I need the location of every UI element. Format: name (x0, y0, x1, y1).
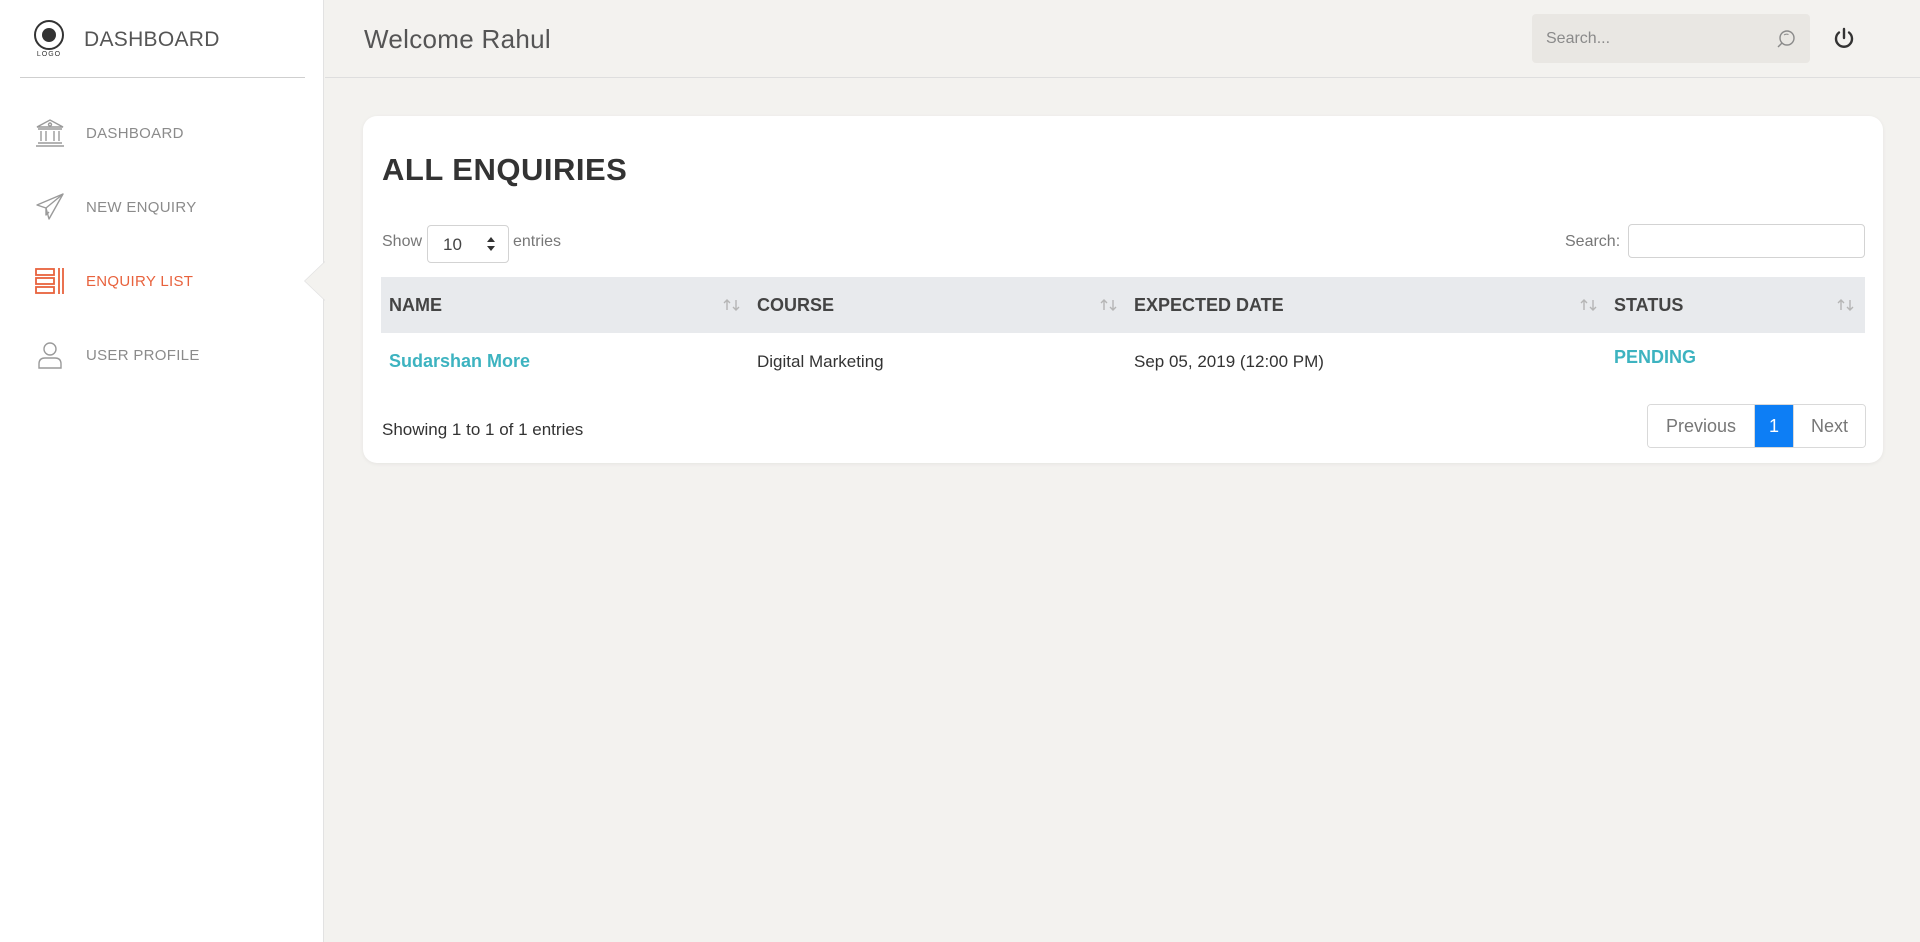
table-info: Showing 1 to 1 of 1 entries (382, 420, 584, 439)
column-header-name[interactable]: NAME (389, 277, 442, 333)
search-input[interactable] (1546, 26, 1766, 52)
enquiries-card: ALL ENQUIRIES Show 10 entries Search: NA… (363, 116, 1883, 463)
sort-icon[interactable] (1836, 297, 1856, 313)
enquiry-expected-date: Sep 05, 2019 (12:00 PM) (1134, 352, 1324, 371)
column-header-course[interactable]: COURSE (757, 277, 834, 333)
next-page-button[interactable]: Next (1793, 405, 1865, 447)
brand: LOGO DASHBOARD (20, 0, 305, 78)
entries-length-select[interactable]: 10 (427, 225, 509, 263)
sort-icon[interactable] (722, 297, 742, 313)
column-header-label: COURSE (757, 294, 835, 315)
top-header: Welcome Rahul (325, 0, 1920, 78)
logo-text: LOGO (36, 51, 62, 58)
header-search (1532, 14, 1810, 63)
sidebar-item-enquiry-list[interactable]: ENQUIRY LIST (0, 244, 325, 318)
sort-icon[interactable] (1099, 297, 1119, 313)
sidebar-item-dashboard[interactable]: DASHBOARD (0, 96, 324, 170)
sidebar-item-label: DASHBOARD (86, 124, 184, 142)
sort-icon[interactable] (1579, 297, 1599, 313)
sidebar-item-label: NEW ENQUIRY (86, 198, 197, 216)
table-search-label: Search: (1565, 233, 1621, 250)
sidebar-item-label: ENQUIRY LIST (86, 272, 194, 290)
enquiry-course: Digital Marketing (757, 352, 884, 371)
pagination: Previous 1 Next (1647, 404, 1866, 448)
list-icon (34, 265, 66, 297)
table-header: NAME COURSE EXPECTED DATE STATUS (381, 277, 1865, 333)
logo[interactable]: LOGO (32, 20, 66, 62)
length-label-entries: entries (513, 233, 562, 250)
sidebar-nav: DASHBOARD NEW ENQUIRY ENQUIRY LIST USER … (0, 96, 325, 392)
enquiry-name-link[interactable]: Sudarshan More (389, 351, 530, 372)
active-indicator (305, 262, 325, 300)
sidebar-item-user-profile[interactable]: USER PROFILE (0, 318, 324, 392)
column-header-status[interactable]: STATUS (1614, 277, 1683, 333)
user-icon (34, 339, 66, 371)
column-header-label: NAME (389, 294, 442, 315)
column-header-label: EXPECTED DATE (1134, 294, 1284, 315)
column-header-expected-date[interactable]: EXPECTED DATE (1134, 277, 1284, 333)
sidebar-item-new-enquiry[interactable]: NEW ENQUIRY (0, 170, 324, 244)
sidebar: LOGO DASHBOARD DASHBOARD NEW ENQUIRY ENQ… (0, 0, 325, 942)
previous-page-button[interactable]: Previous (1648, 405, 1755, 447)
status-badge: PENDING (1614, 347, 1697, 367)
entries-length-value: 10 (443, 235, 462, 254)
table-row: Sudarshan More Digital Marketing Sep 05,… (381, 333, 1865, 393)
length-label-show: Show (382, 233, 423, 250)
select-arrows-icon (486, 236, 496, 252)
logo-dot (42, 28, 56, 42)
power-icon[interactable] (1832, 27, 1856, 51)
search-icon[interactable] (1776, 29, 1796, 49)
brand-title: DASHBOARD (84, 28, 220, 51)
sidebar-item-label: USER PROFILE (86, 346, 200, 364)
bank-icon (34, 117, 66, 149)
table-search-input[interactable] (1628, 224, 1865, 258)
column-header-label: STATUS (1614, 294, 1684, 315)
page-title: ALL ENQUIRIES (382, 152, 628, 187)
paper-plane-icon (34, 191, 66, 223)
welcome-text: Welcome Rahul (364, 24, 551, 54)
page-1-button[interactable]: 1 (1755, 405, 1793, 447)
